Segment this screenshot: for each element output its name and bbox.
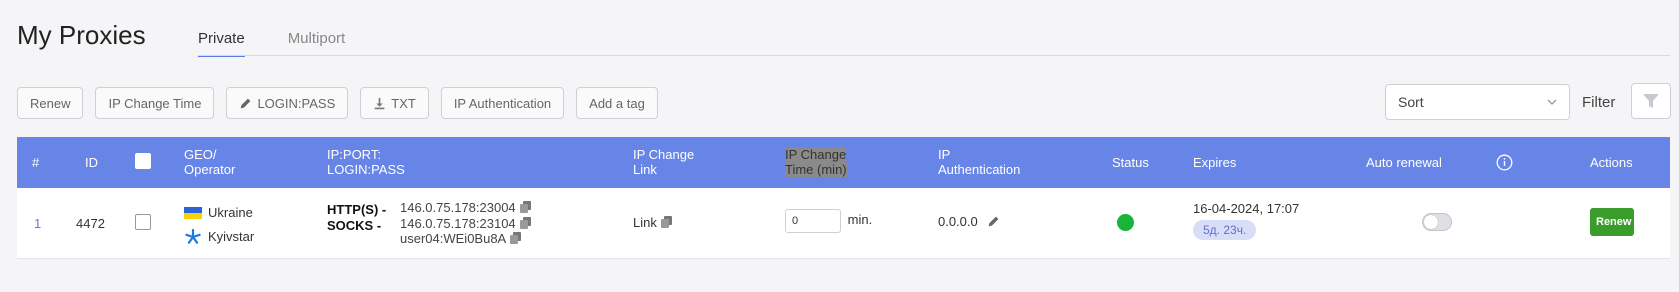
- filter-button[interactable]: [1631, 83, 1671, 119]
- add-tag-label: Add a tag: [589, 95, 645, 111]
- header-geo-line1: GEO/: [184, 147, 217, 162]
- protocol-http: HTTP(S) -: [327, 202, 387, 217]
- header-number: #: [32, 155, 40, 170]
- ip-authentication-button[interactable]: IP Authentication: [440, 87, 565, 119]
- row-renew-button[interactable]: Renew: [1590, 208, 1634, 236]
- add-tag-button[interactable]: Add a tag: [576, 87, 658, 119]
- txt-button[interactable]: TXT: [360, 87, 429, 119]
- operator-name: Kyivstar: [208, 229, 255, 244]
- expires-date: 16-04-2024, 17:07: [1193, 201, 1300, 216]
- header-ip-line2: LOGIN:PASS: [327, 162, 405, 177]
- table-header: # ID GEO/ Operator IP:PORT: LOGIN:PASS I…: [17, 137, 1670, 188]
- ip-authentication-label: IP Authentication: [453, 95, 552, 111]
- txt-label: TXT: [391, 95, 416, 111]
- header-time-line2: Time (min): [785, 162, 847, 177]
- toggle-knob: [1424, 215, 1438, 229]
- row-id: 4472: [76, 216, 105, 231]
- minutes-unit: min.: [847, 212, 873, 228]
- credentials: user04:WEi0Bu8A: [400, 231, 507, 246]
- ip-change-time-button[interactable]: IP Change Time: [95, 87, 215, 119]
- ip-auth-value: 0.0.0.0: [938, 214, 978, 229]
- edit-icon[interactable]: [987, 215, 1000, 228]
- login-pass-label: LOGIN:PASS: [257, 95, 336, 111]
- protocol-socks: SOCKS -: [327, 218, 382, 233]
- header-link-line1: IP Change: [633, 147, 695, 162]
- renew-label: Renew: [30, 95, 71, 111]
- header-actions: Actions: [1590, 155, 1633, 170]
- funnel-icon: [1643, 94, 1659, 108]
- geo-operator: Ukraine Kyivstar: [184, 201, 254, 249]
- header-id: ID: [85, 155, 98, 170]
- kyivstar-logo-icon: [185, 228, 201, 244]
- header-expires: Expires: [1193, 155, 1237, 170]
- login-pass-button[interactable]: LOGIN:PASS: [226, 87, 349, 119]
- table-row: 1 4472 Ukraine Kyivstar HTTP(S) - SOCKS …: [17, 188, 1670, 259]
- header-time-line1: IP Change: [785, 147, 847, 162]
- header-ip-authentication: IP Authentication: [938, 147, 1020, 177]
- link-label: Link: [633, 215, 657, 230]
- toolbar: Renew IP Change Time LOGIN:PASS TXT IP A…: [17, 87, 658, 119]
- header-ip-port: IP:PORT: LOGIN:PASS: [327, 147, 405, 177]
- tabs-divider: [198, 55, 1670, 56]
- select-all-checkbox[interactable]: [135, 153, 151, 169]
- row-number: 1: [34, 216, 42, 231]
- expires: 16-04-2024, 17:07 5д. 23ч.: [1193, 201, 1299, 240]
- header-geo-line2: Operator: [184, 162, 236, 177]
- row-renew-label: Renew: [1596, 216, 1632, 228]
- row-checkbox[interactable]: [135, 214, 151, 230]
- ip-authentication: 0.0.0.0: [938, 214, 1000, 229]
- socks-address: 146.0.75.178:23104: [400, 215, 516, 231]
- header-ip-change-time: IP Change Time (min): [785, 147, 847, 177]
- header-auth-line1: IP: [938, 147, 951, 162]
- copy-icon[interactable]: [519, 216, 531, 229]
- country-name: Ukraine: [208, 205, 253, 220]
- tab-multiport[interactable]: Multiport: [288, 30, 346, 57]
- renew-button[interactable]: Renew: [17, 87, 84, 119]
- filter-label: Filter: [1582, 94, 1616, 111]
- copy-icon[interactable]: [660, 216, 672, 228]
- pencil-icon: [241, 98, 251, 108]
- auto-renewal-toggle[interactable]: [1422, 213, 1452, 231]
- header-link-line2: Link: [633, 162, 657, 177]
- status-indicator: [1117, 214, 1134, 231]
- copy-icon[interactable]: [510, 232, 522, 244]
- ukraine-flag-icon: [184, 207, 202, 219]
- ip-change-time: 0 min.: [785, 209, 872, 233]
- copy-icon[interactable]: [519, 201, 531, 213]
- header-ip-line1: IP:PORT:: [327, 147, 381, 162]
- http-address: 146.0.75.178:23004: [400, 200, 516, 215]
- proxy-addresses: 146.0.75.178:23004 146.0.75.178:23104 us…: [400, 200, 531, 247]
- header-auto-renewal: Auto renewal: [1366, 155, 1442, 170]
- protocol-labels: HTTP(S) - SOCKS -: [327, 202, 386, 234]
- ip-change-time-label: IP Change Time: [108, 95, 202, 111]
- sort-value: Sort: [1398, 94, 1424, 110]
- time-left-badge: 5д. 23ч.: [1193, 220, 1257, 240]
- sort-select[interactable]: Sort: [1385, 84, 1570, 120]
- chevron-down-icon: [1547, 99, 1557, 105]
- ip-change-time-input[interactable]: 0: [785, 209, 841, 233]
- tab-private[interactable]: Private: [198, 30, 245, 57]
- download-icon: [374, 97, 385, 109]
- header-ip-change-link: IP Change Link: [633, 147, 694, 177]
- info-icon[interactable]: [1496, 154, 1513, 171]
- header-geo: GEO/ Operator: [184, 147, 235, 177]
- header-auth-line2: Authentication: [938, 162, 1021, 177]
- proxy-tabs: Private Multiport: [198, 30, 345, 57]
- page-title: My Proxies: [17, 20, 146, 50]
- ip-change-link[interactable]: Link: [633, 215, 672, 230]
- header-status: Status: [1112, 155, 1149, 170]
